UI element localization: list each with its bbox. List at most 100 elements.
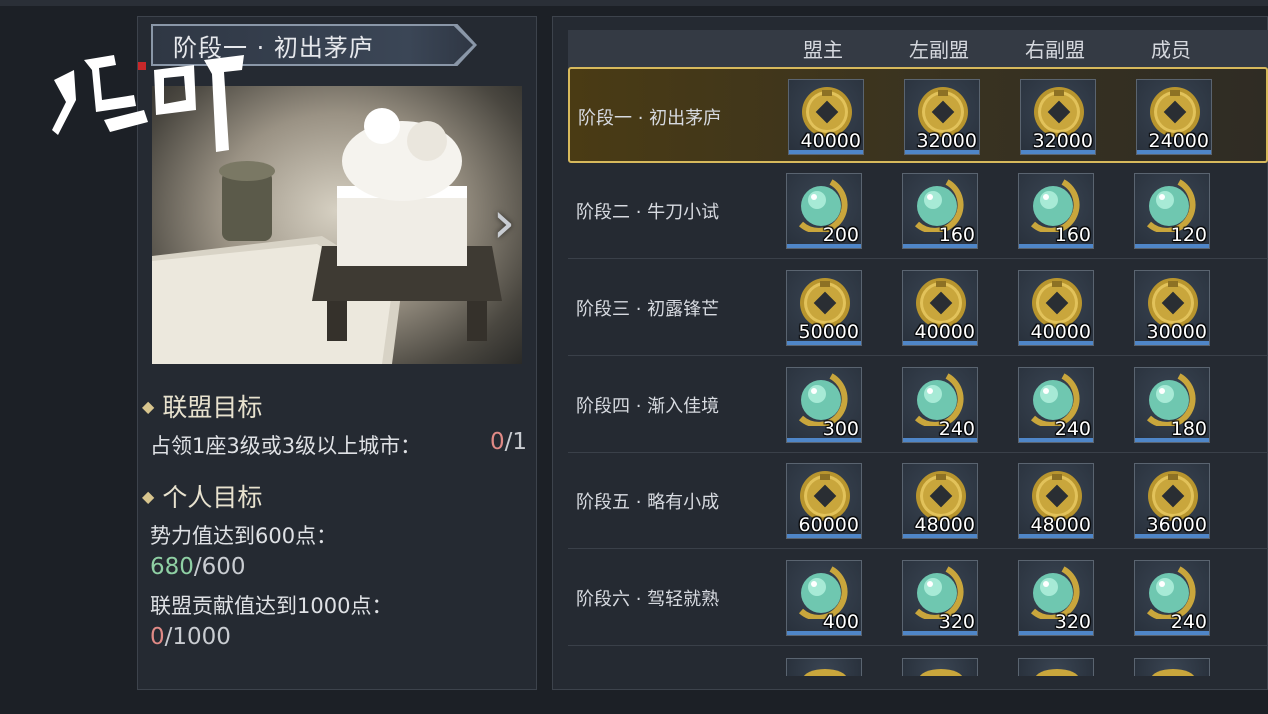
reward-slot-bar <box>787 341 861 345</box>
reward-slot-bar <box>1021 150 1095 154</box>
reward-quantity: 40000 <box>914 321 975 343</box>
reward-quantity: 240 <box>938 418 975 440</box>
reward-slot[interactable]: 320 <box>1018 560 1094 636</box>
game-logo <box>44 40 254 160</box>
reward-slot[interactable]: 40000 <box>788 79 864 155</box>
col-header-member: 成员 <box>1151 38 1191 62</box>
reward-slot-bar <box>1135 244 1209 248</box>
reward-quantity: 320 <box>1054 611 1091 633</box>
reward-slot[interactable]: 300 <box>786 367 862 443</box>
reward-slot-bar <box>905 150 979 154</box>
reward-slot <box>786 658 862 676</box>
reward-slot-bar <box>1019 631 1093 635</box>
reward-slot[interactable]: 240 <box>902 367 978 443</box>
task1-current: 680 <box>150 554 194 580</box>
reward-quantity: 24000 <box>1148 130 1209 152</box>
reward-quantity: 240 <box>1170 611 1207 633</box>
reward-row[interactable]: 阶段六 · 驾轻就熟 400 320 320 240 <box>568 550 1268 646</box>
reward-quantity: 120 <box>1170 224 1207 246</box>
reward-slot[interactable]: 40000 <box>1018 270 1094 346</box>
reward-slot-bar <box>787 534 861 538</box>
reward-quantity: 160 <box>938 224 975 246</box>
reward-quantity: 320 <box>938 611 975 633</box>
alliance-goal-total: /1 <box>504 429 528 455</box>
reward-slot[interactable]: 240 <box>1018 367 1094 443</box>
reward-row-partial <box>568 656 1268 676</box>
reward-slot-bar <box>903 631 977 635</box>
reward-slot <box>1018 658 1094 676</box>
reward-slot[interactable]: 120 <box>1134 173 1210 249</box>
col-header-leader: 盟主 <box>803 38 843 62</box>
reward-slot[interactable]: 240 <box>1134 560 1210 636</box>
reward-slot[interactable]: 180 <box>1134 367 1210 443</box>
personal-goal-heading: ◆ 个人目标 <box>142 478 262 514</box>
reward-slot[interactable]: 40000 <box>902 270 978 346</box>
reward-slot-bar <box>903 341 977 345</box>
reward-row[interactable]: 阶段四 · 渐入佳境 300 240 240 180 <box>568 357 1268 453</box>
reward-slot[interactable]: 30000 <box>1134 270 1210 346</box>
reward-row-label: 阶段六 · 驾轻就熟 <box>576 589 720 610</box>
reward-slot-bar <box>1135 534 1209 538</box>
reward-quantity: 160 <box>1054 224 1091 246</box>
reward-slot[interactable]: 32000 <box>904 79 980 155</box>
reward-slot[interactable]: 60000 <box>786 463 862 539</box>
diamond-bullet-icon: ◆ <box>142 396 155 416</box>
col-header-right-deputy: 右副盟 <box>1025 38 1085 62</box>
reward-slot[interactable]: 160 <box>902 173 978 249</box>
reward-quantity: 40000 <box>1030 321 1091 343</box>
reward-row-label: 阶段三 · 初露锋芒 <box>576 299 720 320</box>
reward-quantity: 40000 <box>800 130 861 152</box>
reward-slot-bar <box>1019 341 1093 345</box>
reward-quantity: 50000 <box>798 321 859 343</box>
reward-slot-bar <box>789 150 863 154</box>
reward-slot[interactable]: 24000 <box>1136 79 1212 155</box>
task2-current: 0 <box>150 624 165 650</box>
top-bar <box>0 0 1268 6</box>
reward-quantity: 30000 <box>1146 321 1207 343</box>
reward-slot[interactable]: 36000 <box>1134 463 1210 539</box>
personal-goal-progress-2: 0/1000 <box>150 624 231 650</box>
next-stage-arrow-icon[interactable]: › <box>486 192 522 252</box>
reward-slot-bar <box>903 244 977 248</box>
reward-slot <box>902 658 978 676</box>
reward-slot[interactable]: 200 <box>786 173 862 249</box>
reward-quantity: 32000 <box>1032 130 1093 152</box>
reward-slot-bar <box>1137 150 1211 154</box>
diamond-bullet-icon: ◆ <box>142 486 155 506</box>
alliance-goal-progress: 0/1 <box>490 429 527 455</box>
reward-slot[interactable]: 50000 <box>786 270 862 346</box>
alliance-goal-task: 占领1座3级或3级以上城市： <box>150 434 422 458</box>
alliance-goal-current: 0 <box>490 429 505 455</box>
reward-row[interactable]: 阶段一 · 初出茅庐 40000 32000 32000 24000 <box>568 67 1268 163</box>
reward-slot-bar <box>1135 438 1209 442</box>
alliance-goal-heading: ◆ 联盟目标 <box>142 388 262 424</box>
personal-goal-task-1: 势力值达到600点： <box>150 524 338 548</box>
reward-quantity: 48000 <box>1030 514 1091 536</box>
reward-row-label: 阶段四 · 渐入佳境 <box>576 396 720 417</box>
reward-quantity: 400 <box>822 611 859 633</box>
reward-slot[interactable]: 48000 <box>902 463 978 539</box>
reward-quantity: 180 <box>1170 418 1207 440</box>
reward-quantity: 32000 <box>916 130 977 152</box>
reward-slot[interactable]: 400 <box>786 560 862 636</box>
personal-goal-heading-text: 个人目标 <box>162 483 263 512</box>
reward-quantity: 60000 <box>798 514 859 536</box>
reward-row[interactable]: 阶段五 · 略有小成 60000 48000 48000 36000 <box>568 453 1268 549</box>
reward-slot[interactable]: 160 <box>1018 173 1094 249</box>
reward-slot-bar <box>1019 438 1093 442</box>
reward-slot[interactable]: 320 <box>902 560 978 636</box>
personal-goal-task-2: 联盟贡献值达到1000点： <box>150 594 393 618</box>
reward-row[interactable]: 阶段三 · 初露锋芒 50000 40000 40000 30000 <box>568 260 1268 356</box>
reward-slot-bar <box>787 631 861 635</box>
reward-slot-bar <box>1019 244 1093 248</box>
reward-slot[interactable]: 48000 <box>1018 463 1094 539</box>
reward-slot[interactable]: 32000 <box>1020 79 1096 155</box>
reward-row-label: 阶段五 · 略有小成 <box>576 492 720 513</box>
reward-quantity: 48000 <box>914 514 975 536</box>
alliance-goal-heading-text: 联盟目标 <box>162 393 263 422</box>
reward-quantity: 300 <box>822 418 859 440</box>
reward-slot-bar <box>1019 534 1093 538</box>
reward-slot-bar <box>787 244 861 248</box>
reward-row[interactable]: 阶段二 · 牛刀小试 200 160 160 120 <box>568 163 1268 259</box>
task2-total: /1000 <box>164 624 231 650</box>
